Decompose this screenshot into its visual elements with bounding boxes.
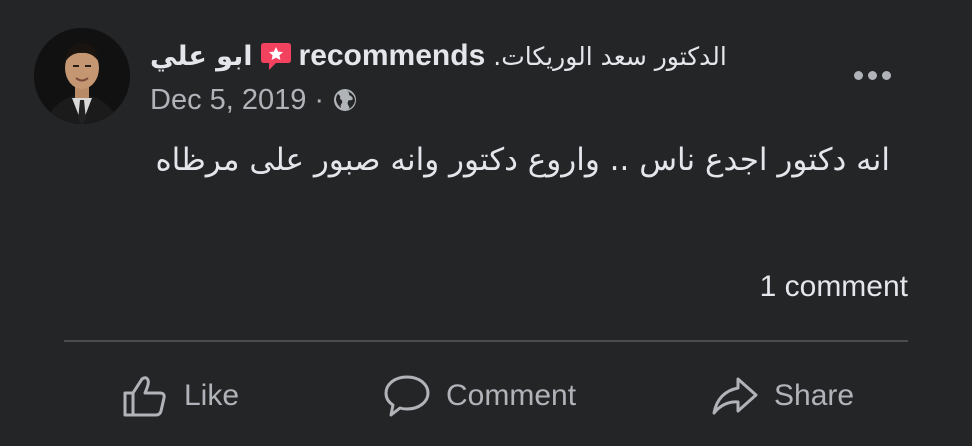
more-dot-icon: [881, 70, 891, 80]
share-arrow-icon: [712, 377, 758, 415]
post-header: ابو علي recommends .الدكتور سعد الوريكات: [150, 36, 727, 76]
recommends-label: recommends: [298, 39, 486, 72]
globe-icon: [332, 87, 358, 113]
post-meta: Dec 5, 2019 ·: [150, 82, 358, 118]
divider: [64, 340, 908, 342]
share-button[interactable]: Share: [710, 366, 854, 426]
more-dot-icon: [853, 70, 863, 80]
avatar[interactable]: [34, 28, 130, 124]
author-name[interactable]: ابو علي: [150, 41, 253, 72]
share-label: Share: [774, 379, 855, 412]
recommended-page-name[interactable]: .الدكتور سعد الوريكات: [493, 42, 727, 71]
recommend-badge-icon: [259, 39, 293, 73]
post-date[interactable]: Dec 5, 2019: [150, 84, 306, 117]
meta-separator: ·: [314, 83, 325, 116]
avatar-photo: [34, 28, 130, 124]
comment-button[interactable]: Comment: [382, 366, 576, 426]
comment-bubble-icon: [384, 375, 430, 417]
more-dot-icon: [867, 70, 877, 80]
comment-count-link[interactable]: 1 comment: [760, 270, 908, 304]
post-body-text: انه دكتور اجدع ناس .. واروع دكتور وانه ص…: [155, 142, 890, 178]
comment-label: Comment: [446, 379, 577, 412]
like-label: Like: [184, 379, 240, 412]
thumbs-up-icon: [123, 376, 166, 417]
like-button[interactable]: Like: [120, 366, 239, 426]
review-post: ابو علي recommends .الدكتور سعد الوريكات…: [0, 0, 972, 446]
more-options-button[interactable]: [848, 60, 896, 90]
